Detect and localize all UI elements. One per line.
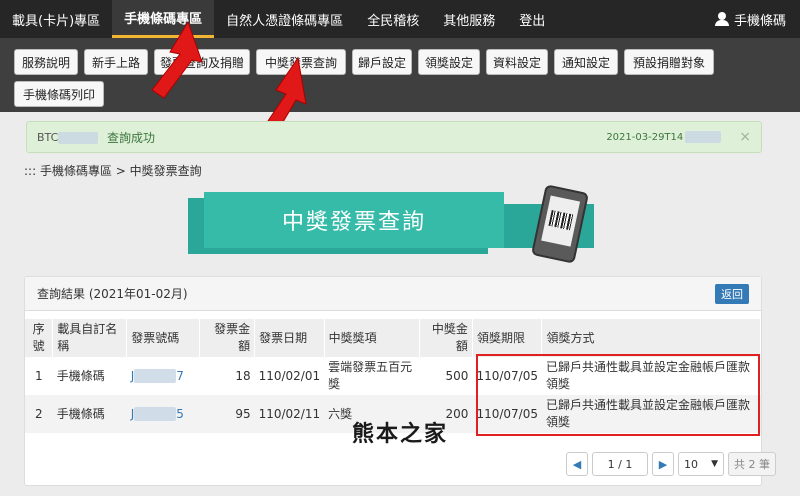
close-icon[interactable]: ×	[739, 129, 751, 145]
col-header: 中獎獎項	[324, 319, 420, 357]
top-navigation: 載具(卡片)專區 手機條碼專區 自然人憑證條碼專區 全民稽核 其他服務 登出 手…	[0, 0, 800, 38]
back-button[interactable]: 返回	[715, 283, 749, 304]
invoice-date: 110/02/01	[254, 357, 325, 395]
nav-citizen-certificate[interactable]: 自然人憑證條碼專區	[214, 0, 355, 38]
chevron-right-icon[interactable]: ▶	[652, 452, 674, 476]
nav-carrier-card[interactable]: 載具(卡片)專區	[0, 0, 112, 38]
carrier-name: 手機條碼	[52, 357, 127, 395]
notification-settings-button[interactable]: 通知設定	[554, 49, 618, 75]
prize-settings-button[interactable]: 領獎設定	[418, 49, 480, 75]
col-header: 發票號碼	[126, 319, 201, 357]
prize-name: 雲端發票五百元獎	[324, 357, 420, 395]
invoice-amount: 18	[199, 357, 255, 395]
phone-barcode-icon	[530, 184, 590, 264]
col-header: 發票日期	[254, 319, 325, 357]
highlight-box-annotation	[476, 354, 760, 436]
row-number: 1	[25, 357, 53, 395]
page-size-select[interactable]: 10 ▼	[678, 452, 724, 476]
data-settings-button[interactable]: 資料設定	[486, 49, 548, 75]
nav-logout[interactable]: 登出	[507, 0, 557, 38]
col-header: 領獎期限	[472, 319, 543, 357]
sub-navigation: 服務說明 新手上路 發票查詢及捐贈 中獎發票查詢 歸戶設定 領獎設定 資料設定 …	[0, 38, 800, 112]
invoice-date: 110/02/11	[254, 395, 325, 433]
results-header: 查詢結果 (2021年01-02月) 返回	[25, 277, 761, 311]
chevron-down-icon: ▼	[711, 459, 718, 469]
pagination: ◀ 1 / 1 ▶ 10 ▼ 共 2 筆	[566, 452, 776, 476]
page-banner: 中獎發票查詢	[188, 184, 598, 264]
col-header: 中獎金額	[419, 319, 473, 357]
default-donation-target-button[interactable]: 預設捐贈對象	[624, 49, 714, 75]
row-number: 2	[25, 395, 53, 433]
col-header: 序號	[25, 319, 54, 357]
breadcrumb: ::: 手機條碼專區 > 中獎發票查詢	[24, 164, 202, 178]
col-header: 載具自訂名稱	[52, 319, 128, 357]
success-message: 查詢成功	[107, 130, 156, 145]
carrier-name: 手機條碼	[52, 395, 127, 433]
user-menu[interactable]: 手機條碼	[714, 0, 800, 38]
page-title: 中獎發票查詢	[204, 192, 504, 248]
results-title: 查詢結果 (2021年01-02月)	[37, 287, 188, 301]
service-description-button[interactable]: 服務說明	[14, 49, 78, 75]
user-label: 手機條碼	[733, 13, 786, 29]
barcode-print-button[interactable]: 手機條碼列印	[14, 81, 104, 107]
invoice-number-link[interactable]: J5	[126, 395, 200, 433]
carrier-link-settings-button[interactable]: 歸戶設定	[352, 49, 412, 75]
chevron-left-icon[interactable]: ◀	[566, 452, 588, 476]
col-header: 領獎方式	[541, 319, 761, 357]
success-alert: BTC 查詢成功 2021-03-29T14 ×	[26, 121, 762, 153]
transaction-code: BTC	[37, 131, 107, 144]
query-timestamp: 2021-03-29T14	[606, 131, 722, 143]
beginner-guide-button[interactable]: 新手上路	[84, 49, 148, 75]
user-icon	[714, 12, 729, 26]
invoice-amount: 95	[199, 395, 255, 433]
watermark-logo: 熊本之家	[352, 421, 449, 447]
invoice-number-link[interactable]: J7	[126, 357, 200, 395]
nav-public-audit[interactable]: 全民稽核	[355, 0, 431, 38]
nav-other-services[interactable]: 其他服務	[431, 0, 507, 38]
red-arrow-annotation	[151, 20, 203, 99]
total-count: 共 2 筆	[728, 452, 776, 476]
page-indicator: 1 / 1	[592, 452, 648, 476]
col-header: 發票金額	[199, 319, 256, 357]
prize-amount: 500	[419, 357, 473, 395]
